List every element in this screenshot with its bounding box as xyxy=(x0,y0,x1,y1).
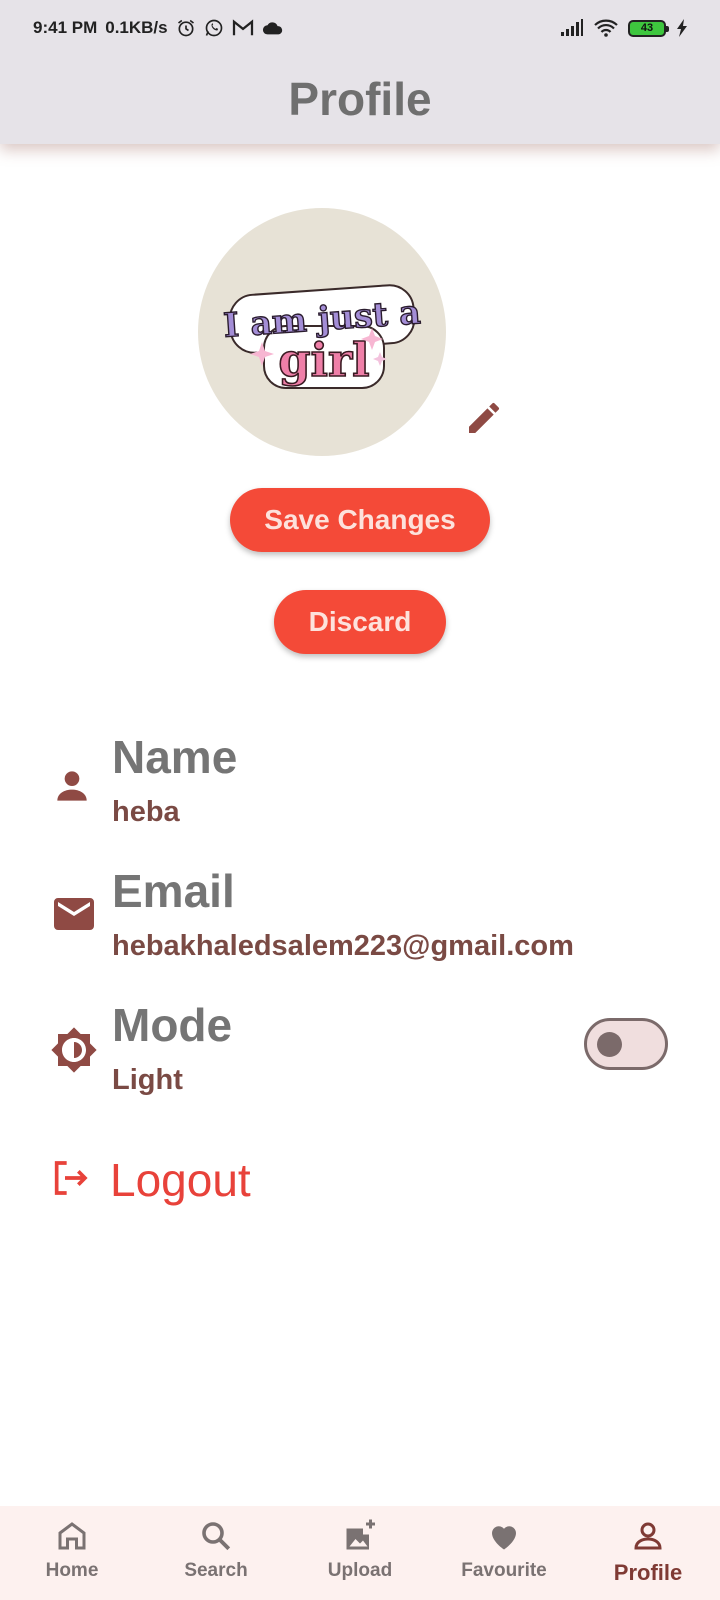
page-title: Profile xyxy=(288,73,432,125)
status-time: 9:41 PM xyxy=(33,18,98,37)
avatar-sticker-image: I am just a girl xyxy=(222,284,423,389)
bottom-navigation: Home Search Upload Favourite Profile xyxy=(0,1506,720,1600)
mode-value: Light xyxy=(112,1064,183,1096)
nav-label-profile: Profile xyxy=(613,1560,683,1585)
nav-item-home[interactable]: Home xyxy=(0,1506,144,1600)
cloud-icon xyxy=(262,20,284,36)
battery-icon: 43 xyxy=(628,19,669,37)
heart-icon xyxy=(486,1518,522,1554)
whatsapp-icon xyxy=(204,18,224,38)
status-bar: 9:41 PM 0.1KB/s 43 xyxy=(0,0,720,56)
profile-mode-row: Mode Light xyxy=(48,1002,688,1112)
mode-toggle-switch[interactable] xyxy=(584,1018,668,1070)
name-label: Name xyxy=(112,731,238,783)
email-value: hebakhaledsalem223@gmail.com xyxy=(112,930,574,962)
gmail-icon xyxy=(232,19,254,37)
nav-item-search[interactable]: Search xyxy=(144,1506,288,1600)
mail-icon xyxy=(50,890,98,938)
profile-email-row: Email hebakhaledsalem223@gmail.com xyxy=(48,868,688,978)
save-changes-button[interactable]: Save Changes xyxy=(230,488,490,552)
mode-label: Mode xyxy=(112,999,233,1051)
nav-label-upload: Upload xyxy=(327,1560,393,1581)
edit-avatar-icon[interactable] xyxy=(464,398,504,438)
person-icon xyxy=(50,764,98,812)
brightness-icon xyxy=(50,1026,98,1074)
logout-button[interactable]: Logout xyxy=(50,1150,251,1210)
wifi-icon xyxy=(594,19,618,37)
nav-label-search: Search xyxy=(184,1560,248,1581)
app-bar: 9:41 PM 0.1KB/s 43 Profile xyxy=(0,0,720,144)
name-value: heba xyxy=(112,796,180,828)
logout-icon xyxy=(50,1158,90,1203)
nav-label-favourite: Favourite xyxy=(461,1560,547,1581)
sticker-line-2: girl xyxy=(278,333,369,387)
add-photo-icon xyxy=(342,1518,378,1554)
logout-label: Logout xyxy=(110,1154,251,1206)
status-bar-right: 43 xyxy=(560,19,688,37)
profile-avatar[interactable]: I am just a girl xyxy=(198,208,446,456)
status-speed: 0.1KB/s xyxy=(105,18,168,37)
toggle-knob xyxy=(597,1032,622,1057)
nav-item-upload[interactable]: Upload xyxy=(288,1506,432,1600)
status-bar-left: 9:41 PM 0.1KB/s xyxy=(33,18,284,38)
nav-label-home: Home xyxy=(45,1560,99,1581)
email-label: Email xyxy=(112,865,235,917)
nav-item-profile[interactable]: Profile xyxy=(576,1506,720,1600)
home-icon xyxy=(54,1518,90,1554)
alarm-icon xyxy=(176,18,196,38)
person-outline-icon xyxy=(630,1518,666,1554)
charging-icon xyxy=(676,19,688,37)
profile-name-row: Name heba xyxy=(48,734,688,844)
nav-item-favourite[interactable]: Favourite xyxy=(432,1506,576,1600)
signal-icon xyxy=(560,19,584,37)
discard-button[interactable]: Discard xyxy=(274,590,446,654)
search-icon xyxy=(198,1518,234,1554)
